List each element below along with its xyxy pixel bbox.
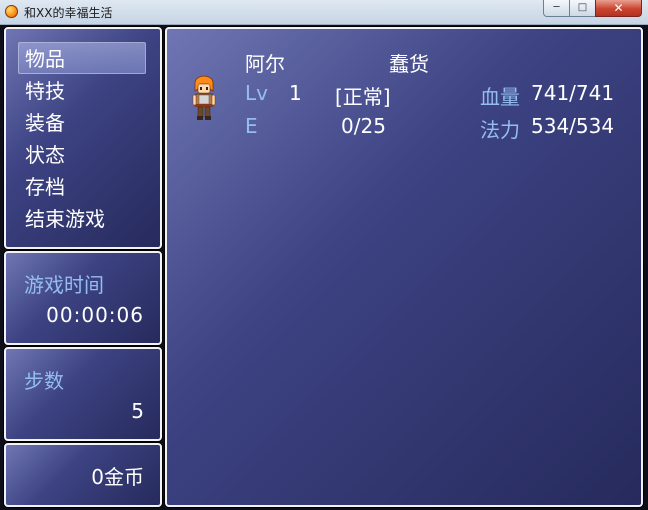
playtime-label: 游戏时间 <box>24 273 104 297</box>
close-button[interactable]: ✕ <box>595 0 642 17</box>
gold-display: 0金币 <box>91 461 144 490</box>
member-state: [正常] <box>335 85 391 109</box>
gold-window: 0金币 <box>4 443 162 507</box>
steps-label: 步数 <box>24 369 64 393</box>
party-status-window: 阿尔 蠢货 Lv 1 [正常] E 0/25 血量 741/741 法力 534… <box>165 27 643 507</box>
playtime-window: 游戏时间 00:00:06 <box>4 251 162 345</box>
exp-label: E <box>245 114 258 138</box>
steps-window: 步数 5 <box>4 347 162 441</box>
gold-value: 0 <box>91 465 104 489</box>
member-name: 阿尔 <box>245 52 285 76</box>
hp-value: 741/741 <box>531 81 615 105</box>
game-screen: 物品 特技 装备 状态 存档 结束游戏 游戏时间 00:00:06 步数 5 0… <box>0 25 648 510</box>
hp-label: 血量 <box>480 85 520 109</box>
menu-item-items[interactable]: 物品 <box>22 44 146 74</box>
minimize-button[interactable]: ─ <box>543 0 570 17</box>
level-value: 1 <box>289 81 302 105</box>
party-member-row[interactable]: 阿尔 蠢货 Lv 1 [正常] E 0/25 血量 741/741 法力 534… <box>167 29 641 142</box>
title-bar: 和XX的幸福生活 ─ □ ✕ <box>0 0 648 25</box>
mp-label: 法力 <box>480 118 520 142</box>
hero-sprite-icon <box>192 75 216 120</box>
maximize-button[interactable]: □ <box>569 0 596 17</box>
menu-item-equip[interactable]: 装备 <box>22 108 146 138</box>
command-window: 物品 特技 装备 状态 存档 结束游戏 <box>4 27 162 249</box>
menu-item-end-game[interactable]: 结束游戏 <box>22 204 146 234</box>
window-title: 和XX的幸福生活 <box>24 6 113 20</box>
level-label: Lv <box>245 81 268 105</box>
member-title: 蠢货 <box>389 52 429 76</box>
mp-value: 534/534 <box>531 114 615 138</box>
gold-unit: 金币 <box>104 465 144 489</box>
menu-item-skills[interactable]: 特技 <box>22 76 146 106</box>
app-icon <box>5 5 18 18</box>
steps-value: 5 <box>131 399 144 423</box>
exp-value: 0/25 <box>341 114 386 138</box>
menu-item-save[interactable]: 存档 <box>22 172 146 202</box>
menu-item-status[interactable]: 状态 <box>22 140 146 170</box>
playtime-value: 00:00:06 <box>46 303 144 327</box>
